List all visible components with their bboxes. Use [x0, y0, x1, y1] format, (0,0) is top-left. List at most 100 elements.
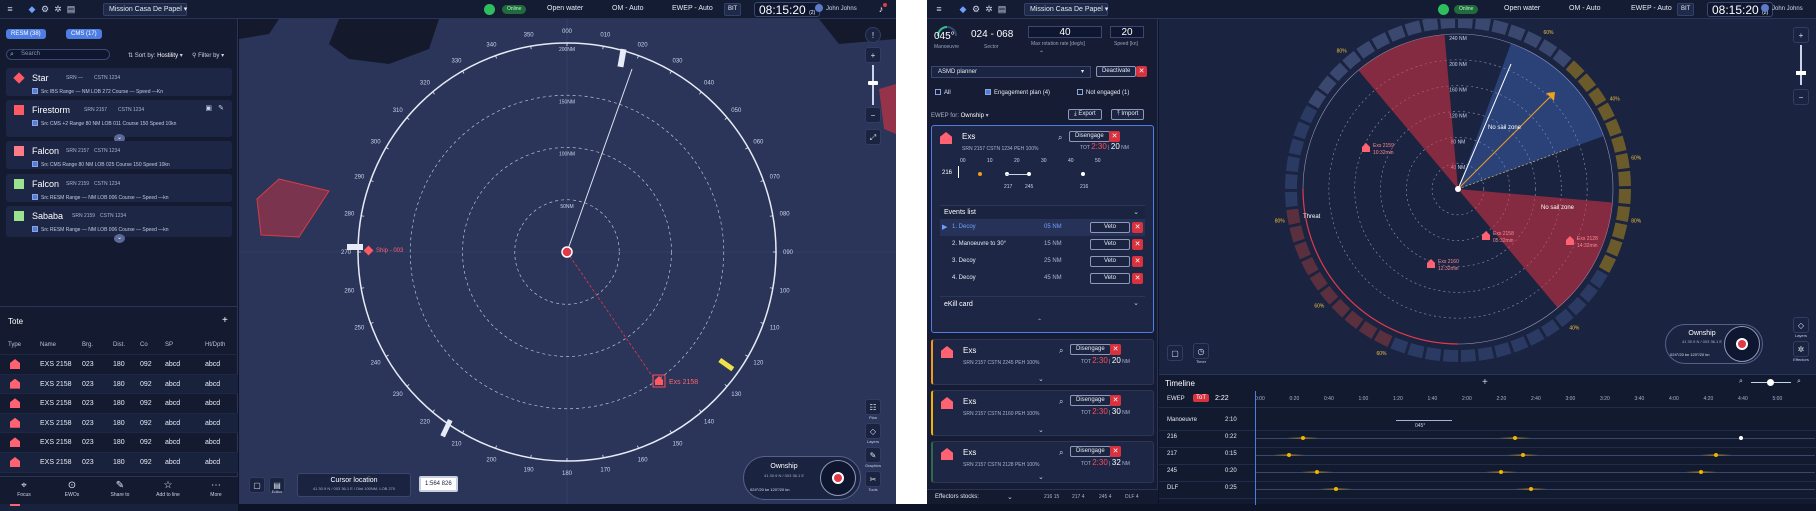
- event-row[interactable]: ▶ 1. Decoy 05 NM Veto ✕: [940, 219, 1145, 236]
- table-row[interactable]: EXS 2158 023 180 092 abcd abcd: [0, 393, 238, 413]
- veto-button[interactable]: Veto: [1090, 239, 1130, 250]
- user-name[interactable]: John Johns: [815, 4, 857, 12]
- zoom-in-icon[interactable]: +: [865, 47, 881, 63]
- checkbox-icon[interactable]: [32, 194, 38, 200]
- settings-icon[interactable]: ⚙: [39, 3, 51, 15]
- column-header[interactable]: Name: [40, 342, 56, 348]
- settings-icon[interactable]: ⚙: [970, 3, 982, 15]
- veto-button[interactable]: Veto: [1090, 256, 1130, 267]
- radar-view[interactable]: 40 NM 80 NM 120 NM 160 NM 200 NM 240 NM No sai…: [1159, 19, 1816, 374]
- disengage-button[interactable]: Disengage: [1069, 131, 1110, 142]
- square-icon[interactable]: ▢: [249, 477, 265, 493]
- current-time-cursor[interactable]: [1255, 391, 1256, 505]
- timeline-event-dot[interactable]: [1513, 436, 1517, 440]
- menu-icon[interactable]: ≡: [4, 3, 16, 15]
- slider-point-icon[interactable]: [1027, 172, 1031, 176]
- track-card[interactable]: Falcon SRN 2157 CSTN 1234 Src CMS Range 80 …: [6, 141, 232, 169]
- filter-engagement[interactable]: Engagement plan (4): [985, 89, 1050, 96]
- disengage-button[interactable]: Disengage: [1070, 344, 1111, 355]
- zoom-in-icon[interactable]: ⌕: [1797, 378, 1801, 386]
- om-mode[interactable]: OM - Auto: [612, 5, 644, 12]
- track-card[interactable]: Firestorm SRN 2157 CSTN 1234 Src CMS +2 Ran…: [6, 100, 232, 143]
- chip-cms[interactable]: CMS (17): [66, 29, 102, 39]
- zoom-handle[interactable]: [1796, 71, 1806, 75]
- hostile-house-icon[interactable]: [1427, 259, 1435, 268]
- nav-share-button[interactable]: ✎ Share to: [100, 480, 140, 498]
- bearing-marker[interactable]: [718, 357, 735, 372]
- nav-more-button[interactable]: ⋯ More: [196, 480, 236, 498]
- bearing-marker[interactable]: [347, 244, 363, 250]
- timeline-event-dot[interactable]: [1499, 470, 1503, 474]
- chevron-down-icon[interactable]: ⌄: [1038, 375, 1044, 383]
- radar-map[interactable]: 50NM 100NM 150NM 200NM 000 010 020 030 040 050 060…: [239, 19, 896, 504]
- deactivate-button[interactable]: Deactivate: [1096, 66, 1137, 77]
- threat-zone[interactable]: [256, 178, 330, 238]
- nav-focus-button[interactable]: ⌖ Focus: [4, 480, 44, 498]
- nav-add-to-line-button[interactable]: ☆ Add to line: [148, 480, 188, 498]
- tools-icon[interactable]: ✂: [865, 471, 881, 487]
- deactivate-x-icon[interactable]: ✕: [1136, 66, 1147, 77]
- zoom-in-icon[interactable]: +: [1793, 27, 1809, 43]
- sea-state[interactable]: Open water: [547, 5, 583, 12]
- expand-chevron-icon[interactable]: ⌄: [114, 234, 125, 243]
- timeline-event-dot[interactable]: [1699, 470, 1703, 474]
- table-row[interactable]: EXS 2158 023 180 092 abcd abcd: [0, 432, 238, 452]
- user-name[interactable]: John Johns: [1761, 4, 1803, 12]
- veto-button[interactable]: Veto: [1090, 273, 1130, 284]
- zoom-out-icon[interactable]: −: [865, 107, 881, 123]
- disengage-button[interactable]: Disengage: [1070, 395, 1111, 406]
- chevron-down-icon[interactable]: ⌄: [1007, 493, 1013, 501]
- event-row[interactable]: 4. Decoy 45 NM Veto ✕: [940, 270, 1145, 287]
- ewep-mode[interactable]: EWEP - Auto: [672, 5, 713, 12]
- threat-zone[interactable]: [879, 84, 896, 134]
- track-card[interactable]: Falcon SRN 2159 CSTN 1234 Src RESM Range — …: [6, 174, 232, 202]
- speed-input[interactable]: 20: [1110, 26, 1144, 38]
- search-icon[interactable]: ⌕: [1059, 448, 1063, 458]
- mission-select[interactable]: Mission Casa De Papel ▾: [1024, 3, 1108, 16]
- import-button[interactable]: ⤒ Import: [1111, 109, 1145, 120]
- events-header[interactable]: Events list ⌄: [940, 205, 1145, 219]
- search-input[interactable]: Search: [6, 49, 110, 60]
- bit-button[interactable]: BIT: [724, 3, 742, 16]
- menu-icon[interactable]: ≡: [933, 3, 945, 15]
- veto-x-icon[interactable]: ✕: [1132, 239, 1143, 250]
- veto-button[interactable]: Veto: [1090, 222, 1130, 233]
- search-icon[interactable]: ⌕: [1058, 133, 1062, 143]
- add-icon[interactable]: +: [222, 315, 228, 326]
- veto-x-icon[interactable]: ✕: [1132, 273, 1143, 284]
- checkbox-icon[interactable]: [32, 88, 38, 94]
- timeline-event-dot[interactable]: [1301, 436, 1305, 440]
- plan-icon[interactable]: ☷: [865, 399, 881, 415]
- timeline-event-dot[interactable]: [1334, 487, 1338, 491]
- hostile-house-icon[interactable]: [1362, 143, 1370, 152]
- nav-ewos-button[interactable]: ⊙ EWOs: [52, 480, 92, 498]
- ownship-marker[interactable]: [561, 246, 573, 258]
- disengage-button[interactable]: Disengage: [1070, 446, 1111, 457]
- filter-not-engaged[interactable]: Not engaged (1): [1077, 89, 1129, 96]
- checkbox-icon[interactable]: [1077, 89, 1083, 95]
- edit-icon[interactable]: ✎: [218, 104, 224, 112]
- bell-icon[interactable]: ♪: [875, 3, 887, 15]
- column-header[interactable]: SP: [165, 342, 173, 348]
- track-card[interactable]: Sababa SRN 2159 CSTN 1234 Src RESM Range — …: [6, 206, 232, 243]
- zoom-handle[interactable]: [868, 81, 878, 85]
- ewep-mode[interactable]: EWEP - Auto: [1631, 5, 1672, 12]
- collapse-up-icon[interactable]: ⌃: [1039, 50, 1044, 57]
- timeline-zoom-handle[interactable]: [1767, 379, 1774, 386]
- chevron-down-icon[interactable]: ⌄: [1133, 208, 1139, 216]
- no-sail-zone[interactable]: [1358, 34, 1458, 190]
- om-mode[interactable]: OM - Auto: [1569, 5, 1601, 12]
- layers-icon[interactable]: ◇: [1793, 317, 1809, 333]
- disengage-x-icon[interactable]: ✕: [1109, 131, 1120, 142]
- veto-x-icon[interactable]: ✕: [1132, 222, 1143, 233]
- export-button[interactable]: ⤓ Export: [1068, 109, 1102, 120]
- search-icon[interactable]: ⌕: [1059, 397, 1063, 407]
- zoom-slider[interactable]: [872, 65, 874, 105]
- ownship-widget[interactable]: Ownship 41 30.9 N / 003 36.1 E 024°/20 k…: [1665, 324, 1763, 364]
- column-header[interactable]: Type: [8, 342, 21, 348]
- table-row[interactable]: EXS 2158 023 180 092 abcd abcd: [0, 451, 238, 472]
- diamond-icon[interactable]: ◆: [957, 3, 969, 15]
- checkbox-icon[interactable]: [985, 89, 991, 95]
- search-icon[interactable]: ⌕: [1059, 346, 1063, 356]
- hostile-house-icon[interactable]: [655, 376, 663, 385]
